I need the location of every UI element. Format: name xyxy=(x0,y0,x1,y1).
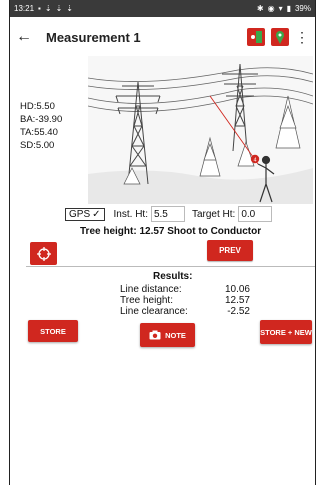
download-icon: ⇣ xyxy=(44,4,52,13)
result-row: Tree height: 12.57 xyxy=(120,295,250,306)
download-icon: ⇣ xyxy=(66,4,73,13)
more-options-icon[interactable]: ⋮ xyxy=(295,29,309,46)
map-pin-icon[interactable] xyxy=(271,28,289,46)
ta-readout: TA:55.40 xyxy=(20,127,58,138)
result-row: Line distance: 10.06 xyxy=(120,284,250,295)
result-row: Line clearance: -2.52 xyxy=(120,306,250,317)
note-label: NOTE xyxy=(165,330,186,340)
page-title: Measurement 1 xyxy=(46,29,141,45)
marker-label: 4 xyxy=(253,158,256,164)
target-button[interactable] xyxy=(30,242,57,265)
result-label: Tree height: xyxy=(120,295,173,306)
wifi-icon: ▾ xyxy=(278,4,283,13)
ba-readout: BA:-39.90 xyxy=(20,114,63,125)
result-value: 12.57 xyxy=(224,295,250,306)
target-height-input[interactable]: 0.0 xyxy=(238,206,273,222)
height-controls: GPS ✓ Inst. Ht: 5.5 Target Ht: 0.0 xyxy=(65,206,273,222)
tree-height-summary: Tree height: 12.57 Shoot to Conductor xyxy=(80,226,262,237)
store-new-button[interactable]: STORE + NEW xyxy=(260,320,312,344)
notification-icon: ▪ xyxy=(38,4,41,13)
download-icon: ⇣ xyxy=(55,4,63,13)
note-button[interactable]: NOTE xyxy=(140,323,195,347)
crosshair-icon xyxy=(36,246,51,261)
measurement-illustration: 4 xyxy=(88,56,313,204)
result-label: Line distance: xyxy=(120,284,182,295)
inst-height-input[interactable]: 5.5 xyxy=(150,206,185,222)
status-left: 13:21 ▪ ⇣ ⇣ ⇣ xyxy=(14,4,73,13)
status-right: ✱ ◉ ▾ ▮ 39% xyxy=(257,4,311,13)
status-bar: 13:21 ▪ ⇣ ⇣ ⇣ ✱ ◉ ▾ ▮ 39% xyxy=(10,0,315,17)
sd-readout: SD:5.00 xyxy=(20,140,55,151)
battery-icon: ▮ xyxy=(286,4,291,13)
results-table: Line distance: 10.06 Tree height: 12.57 … xyxy=(120,284,250,317)
gps-toggle[interactable]: GPS ✓ xyxy=(65,207,105,221)
divider xyxy=(26,266,315,267)
target-height-label: Target Ht: xyxy=(191,208,236,220)
bluetooth-icon: ✱ xyxy=(256,4,264,13)
inst-height-label: Inst. Ht: xyxy=(113,208,148,220)
gps-label: GPS xyxy=(69,208,91,220)
measurement-readouts: HD:5.50 BA:-39.90 TA:55.40 SD:5.00 xyxy=(20,100,62,152)
camera-icon xyxy=(149,330,161,340)
hd-readout: HD:5.50 xyxy=(20,101,55,112)
back-arrow-icon[interactable]: ← xyxy=(16,28,38,46)
check-icon: ✓ xyxy=(92,208,101,220)
result-label: Line clearance: xyxy=(120,306,188,317)
store-button[interactable]: STORE xyxy=(28,320,78,342)
app-bar: ← Measurement 1 ⋮ xyxy=(10,17,315,57)
result-value: 10.06 xyxy=(224,284,250,295)
prev-button[interactable]: PREV xyxy=(207,240,253,261)
status-time: 13:21 xyxy=(14,4,35,13)
location-icon: ◉ xyxy=(267,4,275,13)
laser-toggle-icon[interactable] xyxy=(247,28,265,46)
results-title: Results: xyxy=(153,271,193,282)
app-frame: 13:21 ▪ ⇣ ⇣ ⇣ ✱ ◉ ▾ ▮ 39% ← Measurement … xyxy=(9,0,316,485)
battery-level: 39% xyxy=(294,4,311,13)
result-value: -2.52 xyxy=(227,306,250,317)
